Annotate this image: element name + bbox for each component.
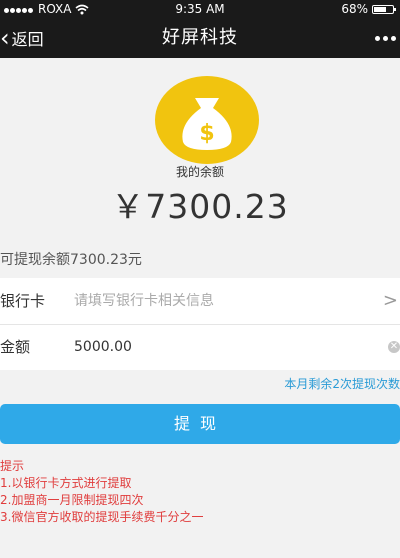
nav-bar: ‹ 返回 好屏科技 (0, 18, 400, 58)
money-bag-icon: $ (155, 76, 259, 164)
balance-amount: ￥7300.23 (111, 187, 289, 226)
battery-group: 68% (341, 2, 396, 16)
withdraw-button[interactable]: 提现 (0, 404, 400, 444)
amount-label: 金额 (0, 338, 31, 356)
status-bar: ROXA 9:35 AM 68% (0, 0, 400, 18)
status-time: 9:35 AM (175, 2, 225, 16)
tip-item: 3.微信官方收取的提现手续费千分之一 (0, 510, 204, 524)
available-balance-text: 可提现余额7300.23元 (0, 252, 142, 268)
balance-section: $ 我的余额 ￥7300.23 (0, 58, 400, 236)
clear-icon[interactable]: ✕ (388, 341, 400, 353)
svg-text:$: $ (199, 121, 214, 146)
remaining-quota-text: 本月剩余2次提现次数 (284, 377, 400, 391)
more-button[interactable] (375, 18, 396, 58)
bank-card-input[interactable] (74, 286, 364, 316)
more-dot (391, 35, 396, 41)
withdraw-form: 银行卡 > 金额 ✕ (0, 278, 400, 370)
bank-card-row[interactable]: 银行卡 > (0, 278, 400, 325)
tips-section: 提示 1.以银行卡方式进行提取 2.加盟商一月限制提现四次 3.微信官方收取的提… (0, 458, 203, 526)
more-dot (383, 35, 388, 41)
tips-title: 提示 (0, 459, 25, 473)
chevron-right-icon[interactable]: > (383, 278, 398, 324)
tip-item: 1.以银行卡方式进行提取 (0, 476, 132, 490)
tip-item: 2.加盟商一月限制提现四次 (0, 493, 144, 507)
balance-label: 我的余额 (175, 165, 224, 179)
amount-row: 金额 ✕ (0, 324, 400, 370)
more-dot (375, 35, 380, 41)
battery-percent: 68% (341, 2, 368, 16)
battery-icon (372, 4, 396, 14)
amount-input[interactable] (74, 332, 364, 362)
page-title: 好屏科技 (162, 27, 238, 48)
bank-card-label: 银行卡 (0, 292, 46, 310)
